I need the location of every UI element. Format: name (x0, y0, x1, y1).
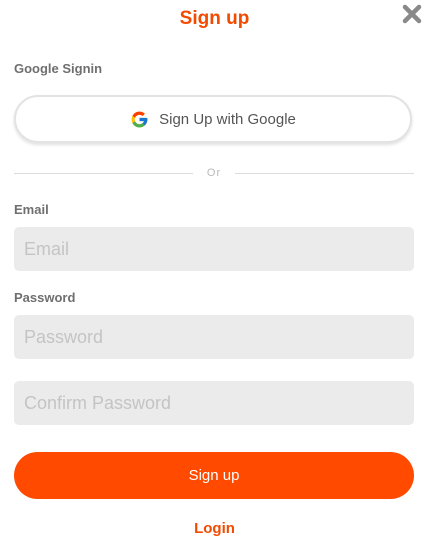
confirm-password-field[interactable] (14, 381, 414, 425)
login-link[interactable]: Login (0, 520, 429, 537)
signup-button[interactable]: Sign up (14, 452, 414, 499)
password-label: Password (14, 290, 76, 305)
divider-text: Or (206, 167, 222, 179)
signup-button-label: Sign up (188, 467, 240, 484)
page-title: Sign up (179, 8, 250, 29)
google-signup-button[interactable]: Sign Up with Google (14, 95, 412, 143)
email-field[interactable] (14, 227, 414, 271)
divider-line-left (14, 172, 193, 174)
email-label: Email (14, 202, 49, 217)
close-button[interactable] (401, 3, 423, 25)
google-signin-label: Google Signin (14, 61, 103, 76)
divider-line-right (235, 172, 415, 174)
close-icon (402, 4, 422, 24)
password-field[interactable] (14, 315, 414, 359)
google-icon (131, 111, 148, 127)
or-divider: Or (14, 166, 415, 180)
google-button-label: Sign Up with Google (159, 110, 296, 128)
